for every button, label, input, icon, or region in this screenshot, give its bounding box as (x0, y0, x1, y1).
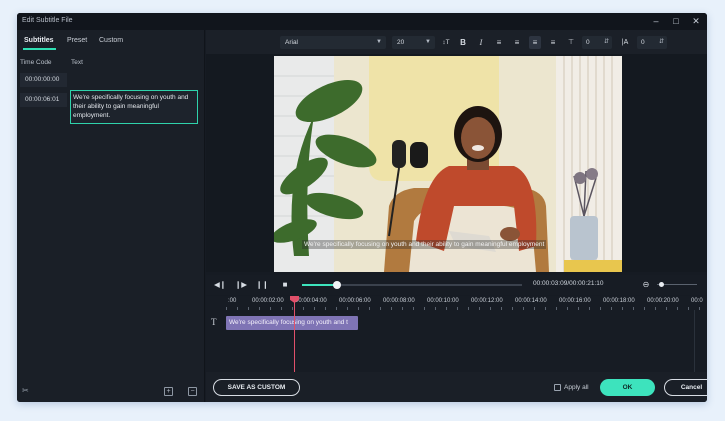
zoom-slider-track[interactable] (657, 282, 697, 287)
ruler-tick-label: 00:00:10:00 (427, 298, 459, 304)
add-subtitle-button[interactable]: + (164, 387, 173, 396)
timeline-ruler[interactable]: :00 00:00:02:00 00:00:04:00 00:00:06:00 … (206, 296, 707, 310)
playback-timecode: 00:00:03:09/00:00:21:10 (533, 280, 604, 287)
ruler-tick-label: :00 (228, 298, 237, 304)
time-code-cell[interactable]: 00:00:06:01 (20, 93, 67, 107)
pause-icon[interactable]: ❙❙ (256, 279, 269, 291)
playhead-line[interactable] (294, 296, 295, 372)
letter-spacing-input[interactable]: 0 ⇵ (582, 36, 612, 49)
subtitle-clip[interactable]: We're specifically focusing on youth and… (226, 316, 358, 330)
font-size-select[interactable]: 20 ▼ (392, 36, 435, 49)
close-icon[interactable]: ✕ (687, 15, 705, 28)
ruler-tick-label: 00:00:12:00 (471, 298, 503, 304)
subtitle-overlay: We're specifically focusing on youth and… (302, 240, 547, 249)
align-justify-icon[interactable]: ≡ (547, 36, 559, 49)
align-left-icon[interactable]: ≡ (493, 36, 505, 49)
font-family-select[interactable]: Arial ▼ (280, 36, 386, 49)
text-height-icon[interactable]: ↕T (440, 36, 452, 49)
playback-progress-track[interactable] (302, 281, 522, 289)
step-back-icon[interactable]: ◀❙ (214, 279, 226, 291)
ruler-tick-label: 00:00:08:00 (383, 298, 415, 304)
ruler-tick-label: 00:00:16:00 (559, 298, 591, 304)
ok-button[interactable]: OK (600, 379, 655, 396)
ruler-tick-label: 00:00:20:00 (647, 298, 679, 304)
line-spacing-value: 0 (641, 39, 645, 46)
apply-all-checkbox[interactable] (554, 384, 561, 391)
subtitle-text-editor[interactable]: We're specifically focusing on youth and… (70, 90, 198, 124)
zoom-slider-handle[interactable] (659, 282, 664, 287)
chevron-down-icon: ▼ (376, 39, 382, 45)
track-divider (694, 310, 695, 372)
bold-icon[interactable]: B (457, 36, 469, 49)
subtitle-track: T We're specifically focusing on youth a… (206, 310, 707, 372)
remove-subtitle-button[interactable]: − (188, 387, 197, 396)
stepper-icon[interactable]: ⇵ (659, 36, 664, 49)
active-tab-indicator (23, 48, 56, 50)
ruler-tick-label: 00:00:06:00 (339, 298, 371, 304)
zoom-in-icon[interactable]: ⊕ (705, 279, 707, 291)
ruler-tick-label: 00:00:02:00 (252, 298, 284, 304)
ruler-tick-label: 00:00:14:00 (515, 298, 547, 304)
list-footer: ✂ + − (17, 384, 205, 402)
ruler-tick-label: 00:0 (691, 298, 703, 304)
stepper-icon[interactable]: ⇵ (604, 36, 609, 49)
cancel-button[interactable]: Cancel (664, 379, 707, 396)
italic-icon[interactable]: I (475, 36, 487, 49)
ruler-tick-label: 00:00:18:00 (603, 298, 635, 304)
save-as-custom-button[interactable]: SAVE AS CUSTOM (213, 379, 300, 396)
font-size-value: 20 (397, 39, 405, 46)
time-code-cell[interactable]: 00:00:00:00 (20, 73, 67, 87)
apply-all-label[interactable]: Apply all (564, 384, 589, 391)
edit-subtitle-window: Edit Subtitle File – □ ✕ Subtitles Prese… (17, 13, 707, 402)
playback-progress-handle[interactable] (333, 281, 342, 289)
dialog-footer: SAVE AS CUSTOM Apply all OK Cancel (206, 372, 707, 402)
tab-custom[interactable]: Custom (99, 37, 123, 44)
title-bar: Edit Subtitle File – □ ✕ (17, 13, 707, 30)
window-title: Edit Subtitle File (22, 17, 73, 24)
align-right-icon[interactable]: ≡ (529, 36, 541, 49)
letter-spacing-value: 0 (586, 39, 590, 46)
playback-controls: ◀❙ ❙▶ ❙❙ ■ 00:00:03:09/00:00:21:10 ⊖ ⊕ (206, 275, 707, 295)
chevron-down-icon: ▼ (425, 39, 431, 45)
subtitle-list-panel: Subtitles Preset Custom Time Code Text 0… (17, 30, 205, 402)
tab-preset[interactable]: Preset (67, 37, 87, 44)
time-code-header: Time Code (20, 59, 52, 66)
playback-progress-fill (302, 284, 338, 286)
minimize-icon[interactable]: – (647, 15, 665, 28)
font-family-value: Arial (285, 39, 299, 46)
step-forward-icon[interactable]: ❙▶ (235, 279, 247, 291)
letter-spacing-icon: ⊤ (567, 39, 575, 46)
split-scissors-icon[interactable]: ✂ (22, 386, 29, 395)
text-header: Text (71, 59, 83, 66)
maximize-icon[interactable]: □ (667, 15, 685, 28)
line-spacing-input[interactable]: 0 ⇵ (637, 36, 667, 49)
tab-subtitles[interactable]: Subtitles (24, 37, 54, 44)
text-track-icon: T (211, 317, 217, 327)
line-spacing-icon: |A (621, 39, 629, 46)
video-frame[interactable]: We're specifically focusing on youth and… (274, 56, 622, 272)
video-preview-area: We're specifically focusing on youth and… (206, 54, 707, 272)
zoom-out-icon[interactable]: ⊖ (640, 279, 652, 291)
stop-icon[interactable]: ■ (279, 279, 291, 291)
text-format-toolbar: Arial ▼ 20 ▼ ↕T B I ≡ ≡ ≡ ≡ ⊤ 0 ⇵ |A 0 ⇵ (206, 30, 707, 54)
ruler-tick-label: 00:00:04:00 (295, 298, 327, 304)
align-center-icon[interactable]: ≡ (511, 36, 523, 49)
